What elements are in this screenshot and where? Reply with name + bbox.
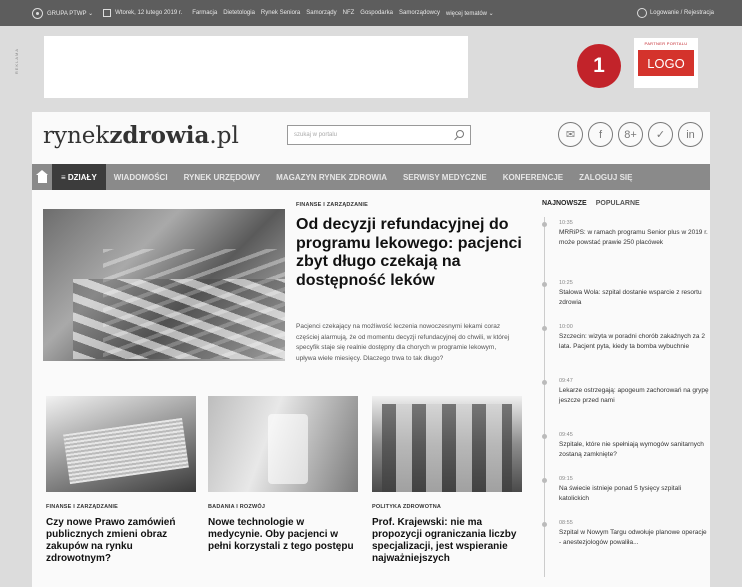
linkedin-icon[interactable]: in (678, 122, 703, 147)
news-item[interactable]: 10:25 Stalowa Wola: szpital dostanie wsp… (542, 280, 709, 307)
login-label: Logowanie / Rejestracja (649, 10, 714, 16)
top-links: Farmacja Dietetologia Rynek Seniora Samo… (192, 10, 494, 17)
timeline-dot (542, 282, 547, 287)
search-icon[interactable] (456, 130, 464, 138)
news-text[interactable]: Szpital w Nowym Targu odwołuje planowe o… (559, 528, 709, 547)
article-title[interactable]: Czy nowe Prawo zamówień publicznych zmie… (46, 517, 198, 565)
top-link[interactable]: NFZ (343, 10, 355, 17)
nav-item-news[interactable]: WIADOMOŚCI (106, 173, 176, 182)
search-placeholder: szukaj w portalu (294, 132, 338, 138)
user-icon (636, 8, 647, 18)
ad-label: REKLAMA (14, 48, 19, 75)
site-logo[interactable]: rynekzdrowia.pl (43, 122, 239, 149)
group-menu-label: GRUPA PTWP ⌄ (47, 10, 94, 17)
timeline-dot (542, 222, 547, 227)
top-link[interactable]: Samorządowcy (399, 10, 440, 17)
article-category[interactable]: BADANIA I ROZWÓJ (208, 504, 265, 510)
brand-part-2: zdrowia (109, 122, 210, 149)
news-item[interactable]: 09:15 Na świecie istnieje ponad 5 tysięc… (542, 476, 709, 503)
news-text[interactable]: Na świecie istnieje ponad 5 tysięcy szpi… (559, 484, 709, 503)
brand-part-1: rynek (43, 123, 110, 149)
top-link[interactable]: Farmacja (192, 10, 217, 17)
article-title[interactable]: Prof. Krajewski: nie ma propozycji ogran… (372, 517, 524, 565)
partner-label: PARTNER PORTALU (644, 41, 688, 46)
tab-newest[interactable]: NAJNOWSZE (542, 200, 587, 207)
login-link[interactable]: Logowanie / Rejestracja (636, 8, 714, 18)
main-article-category[interactable]: FINANSE I ZARZĄDZANIE (296, 202, 368, 208)
top-link[interactable]: Gospodarka (360, 10, 393, 17)
timeline-dot (542, 478, 547, 483)
main-article-lead: Pacjenci czekający na możliwość leczenia… (296, 323, 510, 362)
nav-item-medical-services[interactable]: SERWISY MEDYCZNE (395, 173, 495, 182)
timeline-dot (542, 326, 547, 331)
news-text[interactable]: Szpitale, które nie spełniają wymogów sa… (559, 440, 709, 459)
social-links: ✉ f 8+ ✓ in (558, 122, 703, 147)
news-item[interactable]: 09:47 Lekarze ostrzegają: apogeum zachor… (542, 378, 709, 405)
news-item[interactable]: 10:00 Szczecin: wizyta w poradni chorób … (542, 324, 709, 351)
news-time: 08:55 (559, 520, 573, 526)
news-time: 09:47 (559, 378, 573, 384)
brand-part-3: .pl (209, 123, 239, 149)
news-time: 10:25 (559, 280, 573, 286)
main-article-image[interactable] (43, 209, 285, 361)
main-article-title[interactable]: Od decyzji refundacyjnej do programu lek… (296, 216, 526, 290)
news-item[interactable]: 10:35 MRRiPS: w ramach programu Senior p… (542, 220, 709, 247)
news-text[interactable]: Szczecin: wizyta w poradni chorób zakaźn… (559, 332, 709, 351)
home-button[interactable] (32, 164, 52, 190)
home-icon (35, 169, 48, 183)
nav-item-login[interactable]: ZALOGUJ SIĘ (571, 173, 640, 182)
image-detail (73, 279, 285, 359)
top-link-more[interactable]: więcej tematów ⌄ (446, 10, 494, 17)
calendar-icon (103, 9, 112, 17)
main-nav: ≡ DZIAŁY WIADOMOŚCI RYNEK URZĘDOWY MAGAZ… (32, 164, 710, 190)
group-menu[interactable]: GRUPA PTWP ⌄ (32, 7, 94, 19)
nav-item-magazine[interactable]: MAGAZYN RYNEK ZDROWIA (268, 173, 395, 182)
article-category[interactable]: POLITYKA ZDROWOTNA (372, 504, 441, 510)
image-detail (63, 417, 189, 485)
twitter-icon[interactable]: ✓ (648, 122, 673, 147)
sections-menu-button[interactable]: ≡ DZIAŁY (52, 164, 106, 190)
top-link[interactable]: Samorządy (306, 10, 336, 17)
top-bar: GRUPA PTWP ⌄ Wtorek, 12 lutego 2019 r. F… (0, 0, 742, 26)
timeline-dot (542, 434, 547, 439)
facebook-icon[interactable]: f (588, 122, 613, 147)
top-link[interactable]: Rynek Seniora (261, 10, 300, 17)
news-time: 09:15 (559, 476, 573, 482)
image-detail (382, 404, 512, 492)
article-title[interactable]: Nowe technologie w medycynie. Oby pacjen… (208, 517, 360, 553)
news-text[interactable]: MRRiPS: w ramach programu Senior plus w … (559, 228, 709, 247)
current-date: Wtorek, 12 lutego 2019 r. (103, 9, 182, 17)
google-plus-icon[interactable]: 8+ (618, 122, 643, 147)
timeline-dot (542, 522, 547, 527)
nav-item-official[interactable]: RYNEK URZĘDOWY (176, 173, 269, 182)
partner-logo: LOGO (638, 50, 694, 76)
news-time: 10:00 (559, 324, 573, 330)
partner-box[interactable]: PARTNER PORTALU LOGO (634, 38, 698, 88)
timeline-dot (542, 380, 547, 385)
news-item[interactable]: 08:55 Szpital w Nowym Targu odwołuje pla… (542, 520, 709, 547)
article-image[interactable] (208, 396, 358, 492)
sidebar-tabs: NAJNOWSZE POPULARNE (542, 200, 640, 207)
date-label: Wtorek, 12 lutego 2019 r. (115, 10, 183, 16)
news-item[interactable]: 09:45 Szpitale, które nie spełniają wymo… (542, 432, 709, 459)
news-text[interactable]: Stalowa Wola: szpital dostanie wsparcie … (559, 288, 709, 307)
top-link[interactable]: Dietetologia (223, 10, 255, 17)
image-detail (268, 414, 308, 484)
callout-number: 1 (577, 44, 621, 88)
news-text[interactable]: Lekarze ostrzegają: apogeum zachorowań n… (559, 386, 709, 405)
nav-item-conferences[interactable]: KONFERENCJE (495, 173, 571, 182)
ad-banner[interactable] (44, 36, 468, 98)
group-icon (32, 7, 43, 19)
article-image[interactable] (372, 396, 522, 492)
tab-popular[interactable]: POPULARNE (596, 200, 640, 207)
article-category[interactable]: FINANSE I ZARZĄDZANIE (46, 504, 118, 510)
content-panel: rynekzdrowia.pl szukaj w portalu ✉ f 8+ … (32, 112, 710, 587)
news-time: 09:45 (559, 432, 573, 438)
article-image[interactable] (46, 396, 196, 492)
search-input[interactable]: szukaj w portalu (287, 125, 471, 145)
news-time: 10:35 (559, 220, 573, 226)
mail-icon[interactable]: ✉ (558, 122, 583, 147)
